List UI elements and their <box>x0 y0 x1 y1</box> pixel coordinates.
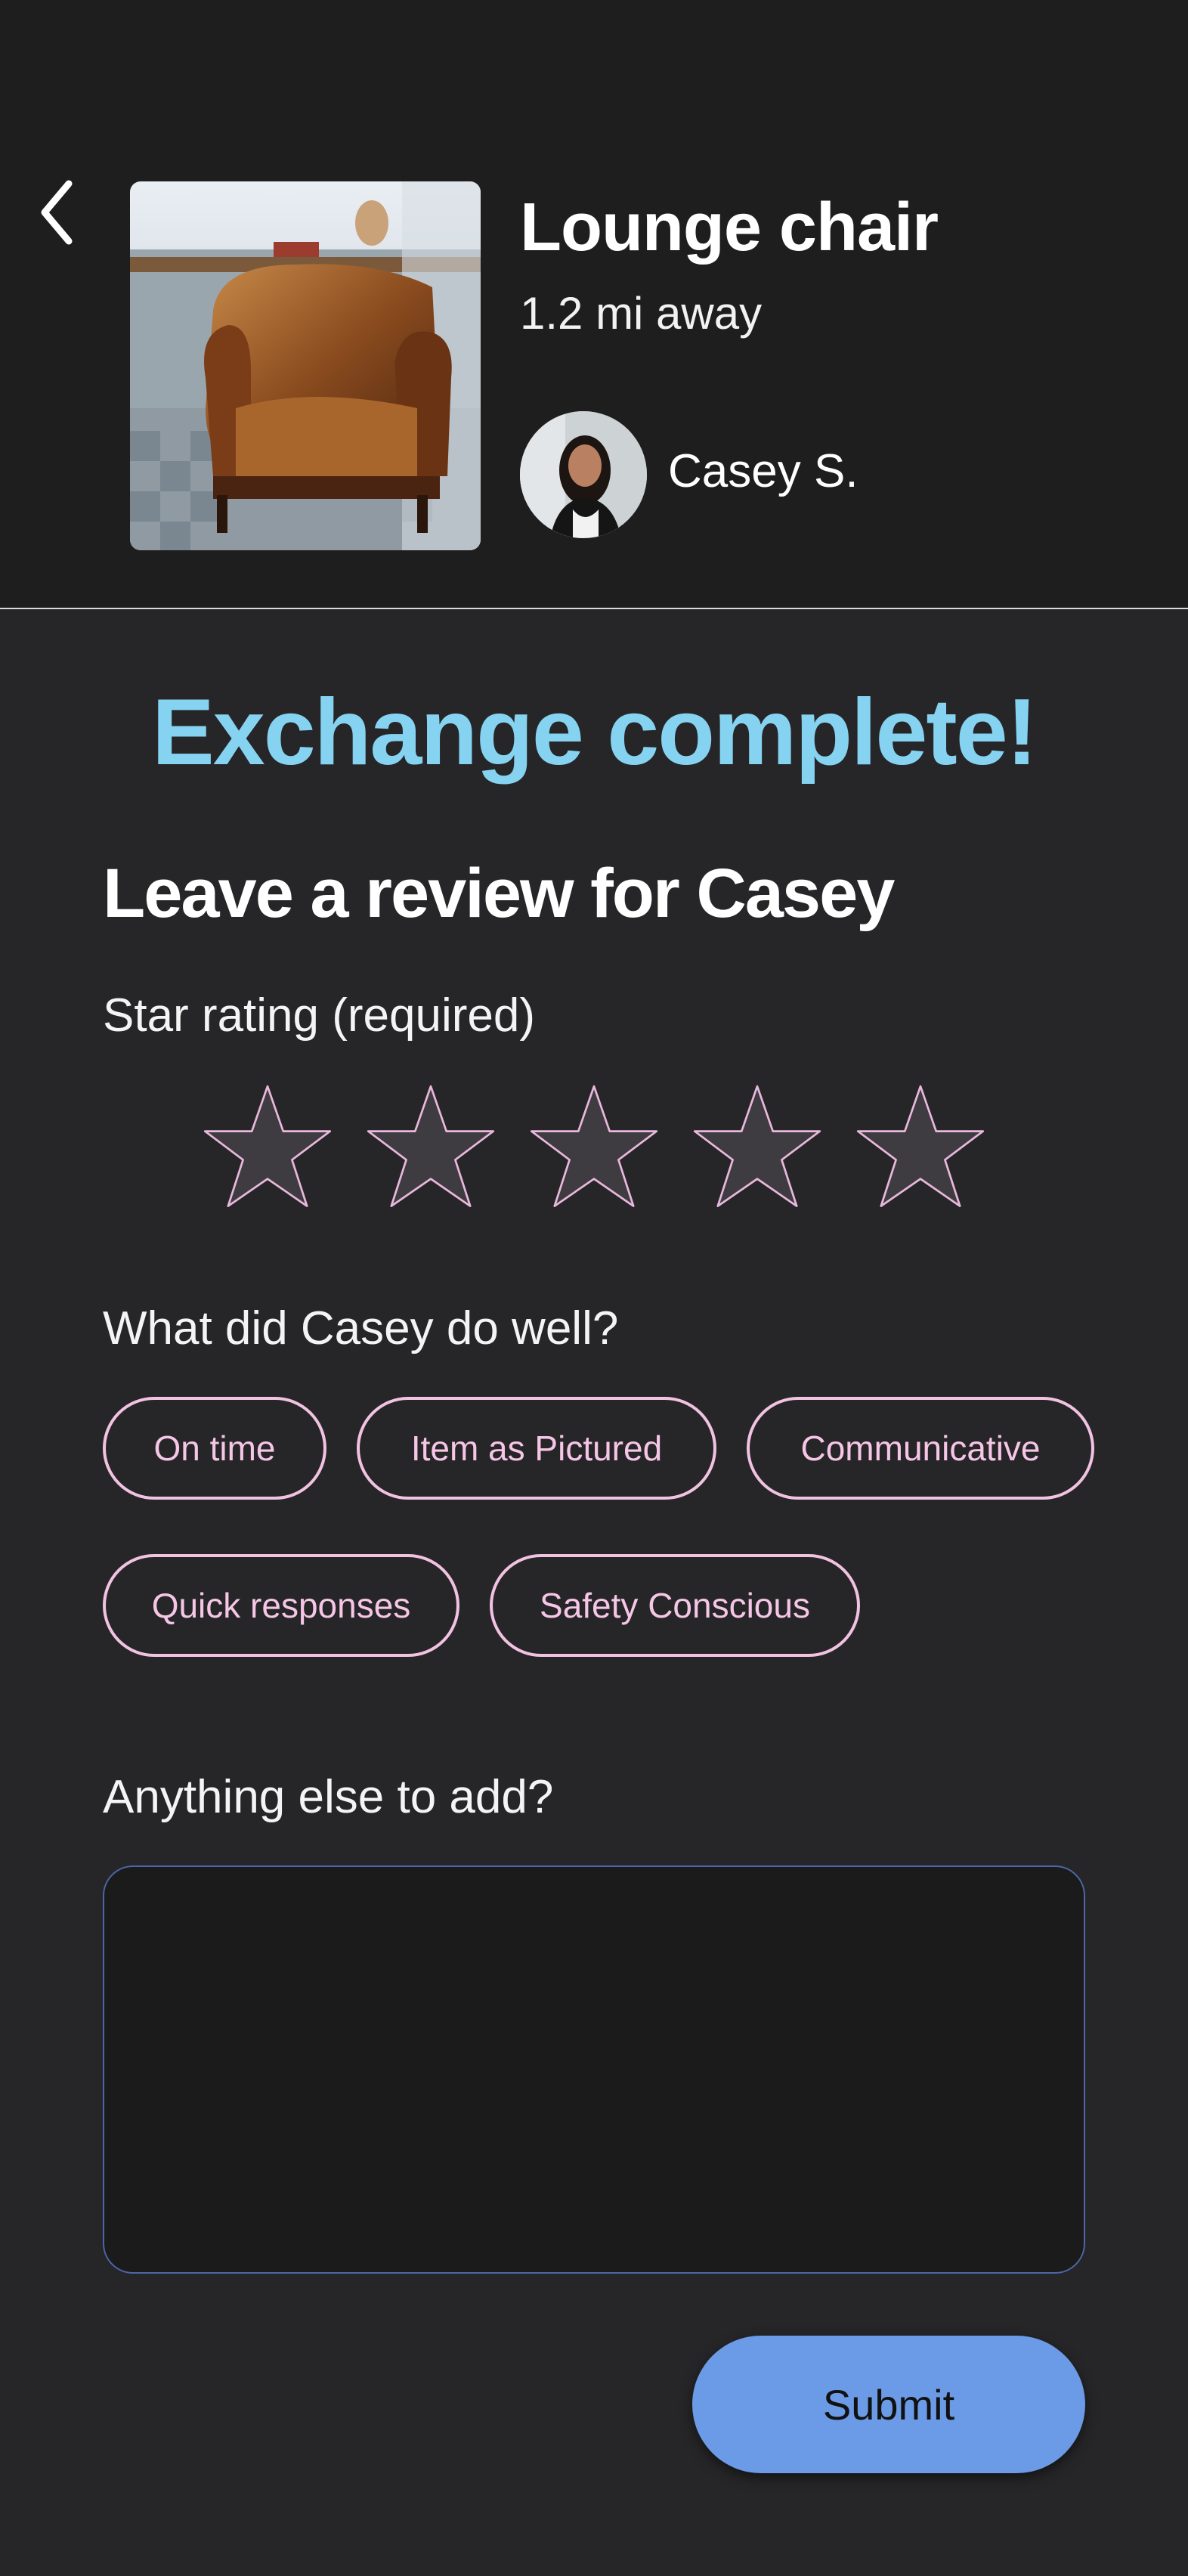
listing-header: Lounge chair 1.2 mi away Casey S. <box>0 0 1188 609</box>
seller-name[interactable]: Casey S. <box>668 444 859 498</box>
star-rating <box>200 1081 1016 1217</box>
avatar[interactable] <box>520 411 647 538</box>
star-4-icon[interactable] <box>689 1081 825 1217</box>
tag-communicative[interactable]: Communicative <box>747 1397 1094 1500</box>
star-2-icon[interactable] <box>363 1081 499 1217</box>
comment-field[interactable] <box>103 1865 1085 2274</box>
product-distance: 1.2 mi away <box>520 288 763 339</box>
comment-label: Anything else to add? <box>103 1771 554 1823</box>
back-button[interactable] <box>30 171 83 254</box>
star-rating-label: Star rating (required) <box>103 989 536 1042</box>
star-1-icon[interactable] <box>200 1081 336 1217</box>
submit-button[interactable]: Submit <box>692 2336 1085 2473</box>
review-heading: Leave a review for Casey <box>103 855 895 932</box>
tag-on-time[interactable]: On time <box>103 1397 326 1500</box>
product-title: Lounge chair <box>520 190 939 265</box>
tag-item-as-pictured[interactable]: Item as Pictured <box>357 1397 716 1500</box>
chevron-left-icon <box>41 180 73 245</box>
star-3-icon[interactable] <box>526 1081 662 1217</box>
star-5-icon[interactable] <box>852 1081 988 1217</box>
product-photo[interactable] <box>130 181 481 550</box>
exchange-complete-title: Exchange complete! <box>152 680 1038 785</box>
tag-quick-responses[interactable]: Quick responses <box>103 1554 459 1657</box>
tag-safety-conscious[interactable]: Safety Conscious <box>490 1554 860 1657</box>
praise-label: What did Casey do well? <box>103 1302 619 1355</box>
